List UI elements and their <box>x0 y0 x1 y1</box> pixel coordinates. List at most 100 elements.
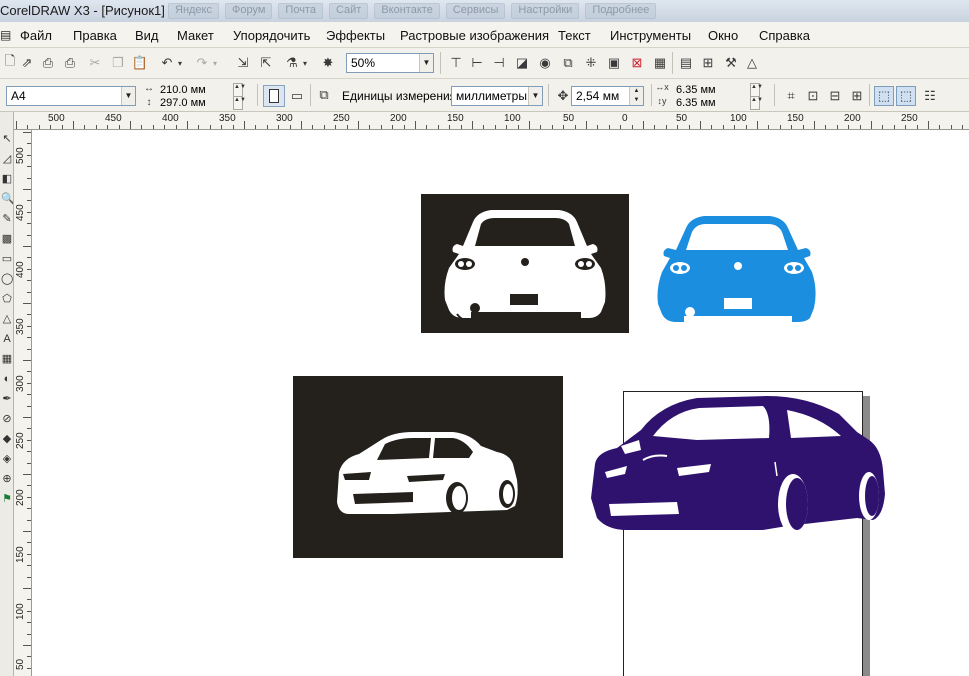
duplicate-x-field[interactable]: 6.35 мм <box>676 83 716 97</box>
blue-car-rear-artwork[interactable] <box>656 212 818 324</box>
undo-dropdown-icon[interactable]: ▾ <box>175 53 185 73</box>
menu-text[interactable]: Текст <box>558 28 591 43</box>
import-icon[interactable]: ⇲ <box>233 53 253 73</box>
menu-view[interactable]: Вид <box>135 28 159 43</box>
freehand-tool-icon[interactable]: ✎ <box>1 212 13 226</box>
contour-icon[interactable]: ▣ <box>604 53 624 73</box>
paste-icon[interactable]: 📋 <box>130 53 150 73</box>
open-icon[interactable]: ⇗ <box>17 53 37 73</box>
chevron-down-icon[interactable]: ▼ <box>528 87 542 105</box>
drawing-canvas[interactable] <box>32 130 969 676</box>
fill-tool-icon[interactable]: ◆ <box>1 432 13 446</box>
portrait-button[interactable] <box>263 85 285 107</box>
treat-as-filled-icon[interactable]: ⬚ <box>874 86 894 106</box>
menu-effects[interactable]: Эффекты <box>326 28 385 43</box>
launcher-dropdown-icon[interactable]: ▾ <box>300 53 310 73</box>
snap-guidelines-icon[interactable]: ⊡ <box>803 86 823 106</box>
interactive-fill-tool-icon[interactable]: ◈ <box>1 452 13 466</box>
transform-icon[interactable]: ⊞ <box>698 53 718 73</box>
snap-objects-icon[interactable]: ⊟ <box>825 86 845 106</box>
menu-bar: ▤ Файл Правка Вид Макет Упорядочить Эффе… <box>0 22 969 48</box>
weld-icon[interactable]: ◉ <box>535 53 555 73</box>
background-tab: Настройки <box>511 3 580 19</box>
save-icon[interactable]: ⎙ <box>38 53 58 73</box>
white-car-front-artwork[interactable] <box>293 376 563 558</box>
paper-size-dropdown[interactable]: A4 ▼ <box>6 86 136 106</box>
outline-tool-icon[interactable]: ⊘ <box>1 412 13 426</box>
snap-to-grid-icon[interactable]: ⊤ <box>446 53 466 73</box>
polygon-tool-icon[interactable]: ⬠ <box>1 292 13 306</box>
menu-arrange[interactable]: Упорядочить <box>233 28 310 43</box>
vertical-ruler[interactable]: 500 450 400 350 300 250 200 150 100 50 <box>14 130 32 676</box>
table-tool-icon[interactable]: ▦ <box>1 352 13 366</box>
clear-transform-icon[interactable]: ⊠ <box>627 53 647 73</box>
horizontal-ruler[interactable]: 500 450 400 350 300 250 200 150 100 50 0… <box>14 112 969 130</box>
ruler-label: 250 <box>901 113 918 124</box>
page-height-field[interactable]: 297.0 мм <box>160 96 206 110</box>
snap-grid-icon[interactable]: ⌗ <box>781 86 801 106</box>
options-list-icon[interactable]: ☷ <box>920 86 940 106</box>
menu-window[interactable]: Окно <box>708 28 738 43</box>
trim-icon[interactable]: ⧉ <box>558 53 578 73</box>
corel-online-icon[interactable]: ✸ <box>318 53 338 73</box>
menu-help[interactable]: Справка <box>759 28 810 43</box>
basic-shapes-tool-icon[interactable]: △ <box>1 312 13 326</box>
landscape-button[interactable]: ▭ <box>287 86 307 106</box>
perspective-icon[interactable]: △ <box>742 53 762 73</box>
draw-selection-icon[interactable]: ⬚ <box>896 86 916 106</box>
shape-tool-icon[interactable]: ◿ <box>1 152 13 166</box>
eyedropper-tool-icon[interactable]: ✒ <box>1 392 13 406</box>
white-car-rear-artwork[interactable] <box>421 194 629 333</box>
menu-tools[interactable]: Инструменты <box>610 28 691 43</box>
dynamic-guides-icon[interactable]: ⊞ <box>847 86 867 106</box>
units-dropdown[interactable]: миллиметры ▼ <box>451 86 543 106</box>
ellipse-tool-icon[interactable]: ◯ <box>1 272 13 286</box>
redo-dropdown-icon[interactable]: ▾ <box>210 53 220 73</box>
zoom-level-dropdown[interactable]: 50% ▼ <box>346 53 434 73</box>
copy-icon[interactable]: ❐ <box>108 53 128 73</box>
background-tab: Подробнее <box>585 3 657 19</box>
export-icon[interactable]: ⇱ <box>256 53 276 73</box>
crop-tool-icon[interactable]: ◧ <box>1 172 13 186</box>
chevron-down-icon[interactable]: ▼ <box>419 54 433 72</box>
undo-icon[interactable]: ↶ <box>157 53 177 73</box>
interactive-tool-icon[interactable]: ◐ <box>1 372 13 386</box>
options-icon[interactable]: ▤ <box>676 53 696 73</box>
menu-file[interactable]: Файл <box>20 28 52 43</box>
nudge-spinner[interactable]: ▲ ▼ <box>629 87 643 105</box>
duplicate-y-field[interactable]: 6.35 мм <box>676 96 716 110</box>
duplicate-y-spinner[interactable]: ▲▼ <box>750 96 763 110</box>
connector-tool-icon[interactable]: ⚑ <box>1 492 13 506</box>
page-height-spinner[interactable]: ▲▼ <box>233 96 246 110</box>
duplicate-x-spinner[interactable]: ▲▼ <box>750 83 763 97</box>
menu-layout[interactable]: Макет <box>177 28 214 43</box>
zoom-tool-icon[interactable]: 🔍 <box>1 192 13 206</box>
tools-icon[interactable]: ⚒ <box>721 53 741 73</box>
ruler-tick <box>27 325 31 327</box>
page-width-spinner[interactable]: ▲▼ <box>233 83 246 97</box>
menu-edit[interactable]: Правка <box>73 28 117 43</box>
print-icon[interactable]: ⎙ <box>60 53 80 73</box>
page-width-field[interactable]: 210.0 мм <box>160 83 206 97</box>
redo-icon[interactable]: ↷ <box>192 53 212 73</box>
align-icon[interactable]: ⁜ <box>581 53 601 73</box>
combine-icon[interactable]: ◪ <box>512 53 532 73</box>
mesh-fill-tool-icon[interactable]: ⊕ <box>1 472 13 486</box>
pick-tool-icon[interactable]: ↖ <box>1 132 13 146</box>
all-pages-icon[interactable]: ⧉ <box>313 85 335 105</box>
snap-to-guidelines-icon[interactable]: ⊢ <box>467 53 487 73</box>
menu-bitmaps[interactable]: Растровые изображения <box>400 28 549 43</box>
smart-fill-tool-icon[interactable]: ▩ <box>1 232 13 246</box>
chevron-down-icon[interactable]: ▼ <box>121 87 135 105</box>
purple-car-front-artwork[interactable] <box>587 390 887 538</box>
text-tool-icon[interactable]: A <box>1 332 13 346</box>
document-icon[interactable]: ▤ <box>0 28 12 42</box>
rectangle-tool-icon[interactable]: ▭ <box>1 252 13 266</box>
application-launcher-icon[interactable]: ⚗ <box>282 53 302 73</box>
snap-to-objects-icon[interactable]: ⊣ <box>489 53 509 73</box>
nudge-distance-field[interactable]: 2,54 мм ▲ ▼ <box>571 86 644 106</box>
ruler-tick <box>84 125 86 129</box>
color-grid-icon[interactable]: ▦ <box>650 53 670 73</box>
cut-icon[interactable]: ✂ <box>85 53 105 73</box>
ruler-label: 100 <box>504 113 521 124</box>
